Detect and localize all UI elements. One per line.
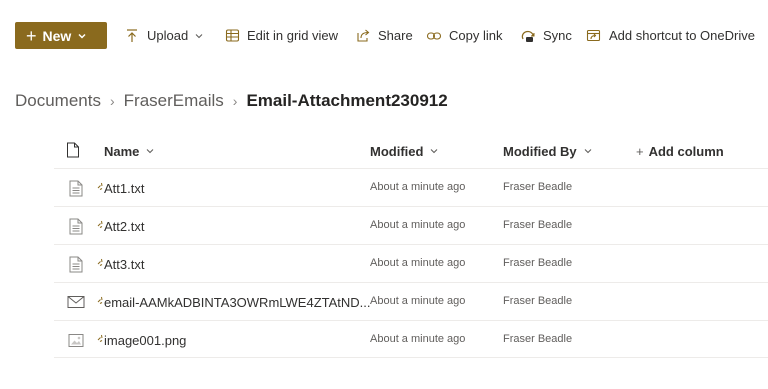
modified-column-label: Modified [370,143,424,159]
file-name[interactable]: Att2.txt [104,219,144,234]
table-row[interactable]: Att3.txt About a minute ago Fraser Beadl… [54,244,768,282]
table-row[interactable]: email-AAMkADBINTA3OWRmLWE4ZTAtND... Abou… [54,282,768,320]
upload-icon [124,28,140,44]
file-modified: About a minute ago [370,295,466,307]
add-column-label: Add column [648,143,724,159]
file-modified: About a minute ago [370,333,466,345]
image-file-icon [67,331,85,349]
name-column-header[interactable]: Name [104,136,155,166]
file-modified-by[interactable]: Fraser Beadle [503,181,572,193]
chevron-down-icon [583,146,593,156]
add-shortcut-button[interactable]: Add shortcut to OneDrive [586,22,755,49]
upload-button[interactable]: Upload [124,22,204,49]
text-file-icon [67,179,85,197]
upload-label: Upload [147,28,189,43]
grid-icon [224,28,240,44]
share-label: Share [378,28,413,43]
chevron-down-icon [429,146,439,156]
shortcut-icon [586,28,602,44]
new-button-label: New [42,27,72,44]
text-file-icon [67,217,85,235]
file-modified-by[interactable]: Fraser Beadle [503,257,572,269]
file-type-column-header[interactable] [66,136,80,166]
table-header: Name Modified Modified By + Add column [0,136,768,166]
edit-grid-view-button[interactable]: Edit in grid view [224,22,338,49]
breadcrumb: Documents › FraserEmails › Email-Attachm… [15,89,448,113]
modified-by-column-label: Modified By [503,143,577,159]
share-button[interactable]: Share [355,22,413,49]
file-modified-by[interactable]: Fraser Beadle [503,219,572,231]
file-name[interactable]: email-AAMkADBINTA3OWRmLWE4ZTAtND... [104,295,371,310]
file-modified-by[interactable]: Fraser Beadle [503,295,572,307]
text-file-icon [67,255,85,273]
breadcrumb-item-fraseremails[interactable]: FraserEmails [124,91,224,111]
file-modified-by[interactable]: Fraser Beadle [503,333,572,345]
plus-icon: + [26,25,37,46]
modified-by-column-header[interactable]: Modified By [503,136,593,166]
file-name[interactable]: Att1.txt [104,181,144,196]
edit-grid-label: Edit in grid view [247,28,339,43]
email-file-icon [67,293,85,311]
chevron-down-icon [145,146,155,156]
add-column-button[interactable]: + Add column [636,136,724,166]
file-modified: About a minute ago [370,219,466,231]
breadcrumb-current: Email-Attachment230912 [246,91,448,110]
command-bar: + New Upload Edit in grid view Share Cop… [0,0,768,70]
file-name[interactable]: image001.png [104,333,186,348]
sync-label: Sync [543,28,572,43]
link-icon [426,28,442,44]
chevron-right-icon: › [109,93,115,109]
table-row[interactable]: Att1.txt About a minute ago Fraser Beadl… [54,168,768,206]
table-row[interactable]: image001.png About a minute ago Fraser B… [54,320,768,358]
table-row[interactable]: Att2.txt About a minute ago Fraser Beadl… [54,206,768,244]
chevron-down-icon [77,31,87,41]
sync-icon [520,28,536,44]
chevron-right-icon: › [232,93,238,109]
name-column-label: Name [104,143,140,159]
modified-column-header[interactable]: Modified [370,136,439,166]
sync-button[interactable]: Sync [520,22,572,49]
file-modified: About a minute ago [370,257,466,269]
chevron-down-icon [194,31,204,41]
add-shortcut-label: Add shortcut to OneDrive [609,28,755,43]
plus-icon: + [636,143,644,159]
share-icon [355,28,371,44]
file-name[interactable]: Att3.txt [104,257,144,272]
new-button[interactable]: + New [15,22,107,49]
breadcrumb-item-documents[interactable]: Documents [15,91,101,111]
document-icon [66,142,80,161]
copy-link-button[interactable]: Copy link [426,22,502,49]
copy-link-label: Copy link [449,28,503,43]
file-modified: About a minute ago [370,181,466,193]
